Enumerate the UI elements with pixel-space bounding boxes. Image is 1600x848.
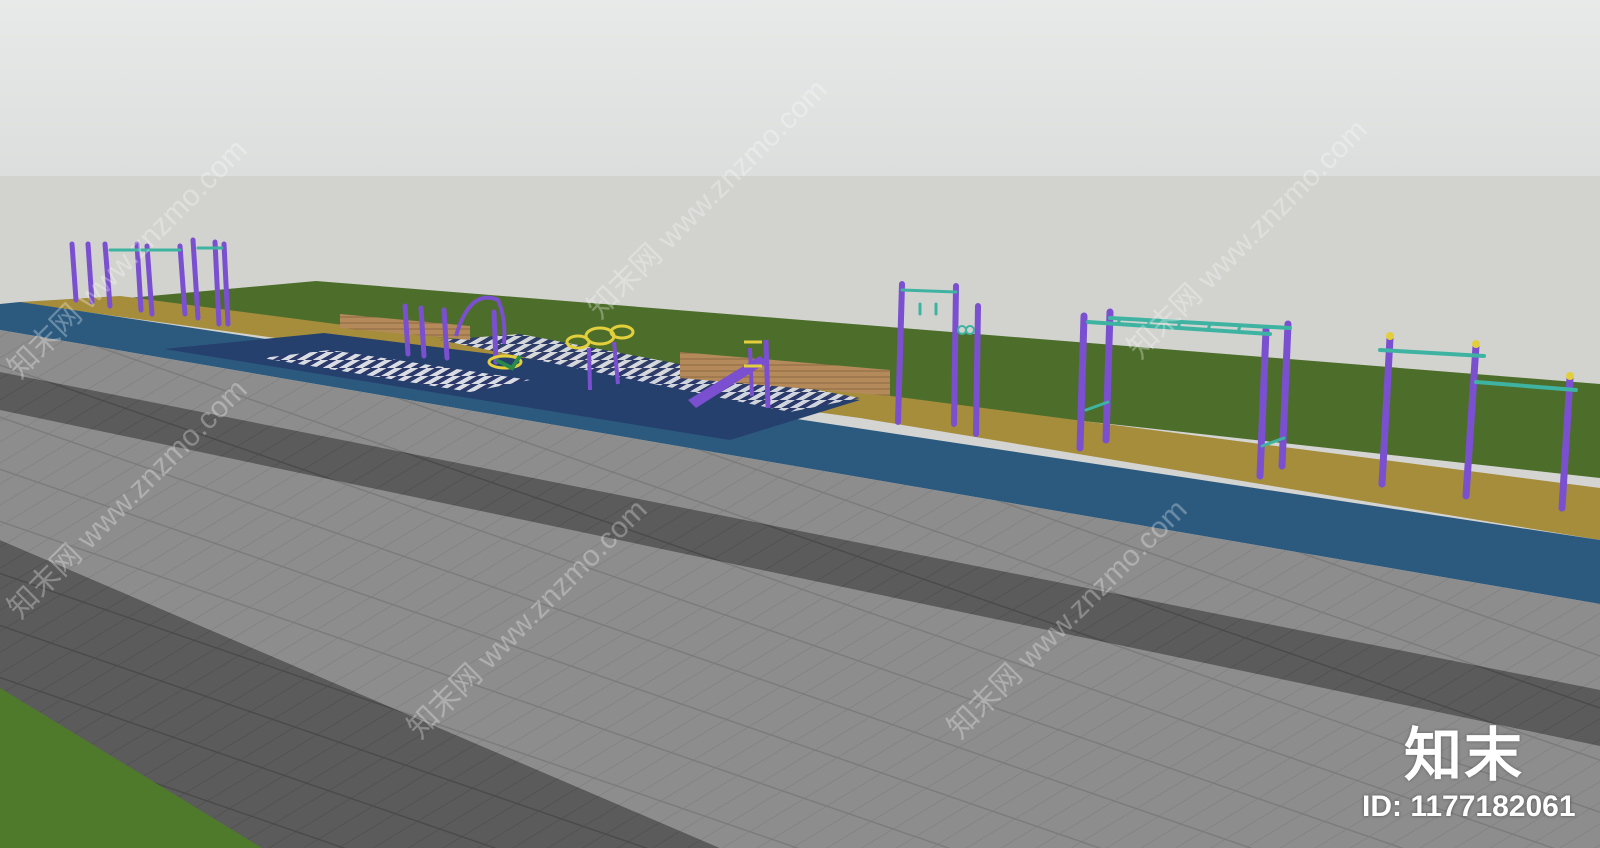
image-id-label: ID: xyxy=(1362,790,1411,823)
scene-render: 知末网 www.znzmo.com 知末网 www.znzmo.com 知末网 … xyxy=(0,0,1600,848)
brand-watermark: 知末 xyxy=(1404,721,1525,789)
image-id: ID: 1177182061 xyxy=(1362,790,1576,824)
image-id-value: 1177182061 xyxy=(1410,790,1576,823)
